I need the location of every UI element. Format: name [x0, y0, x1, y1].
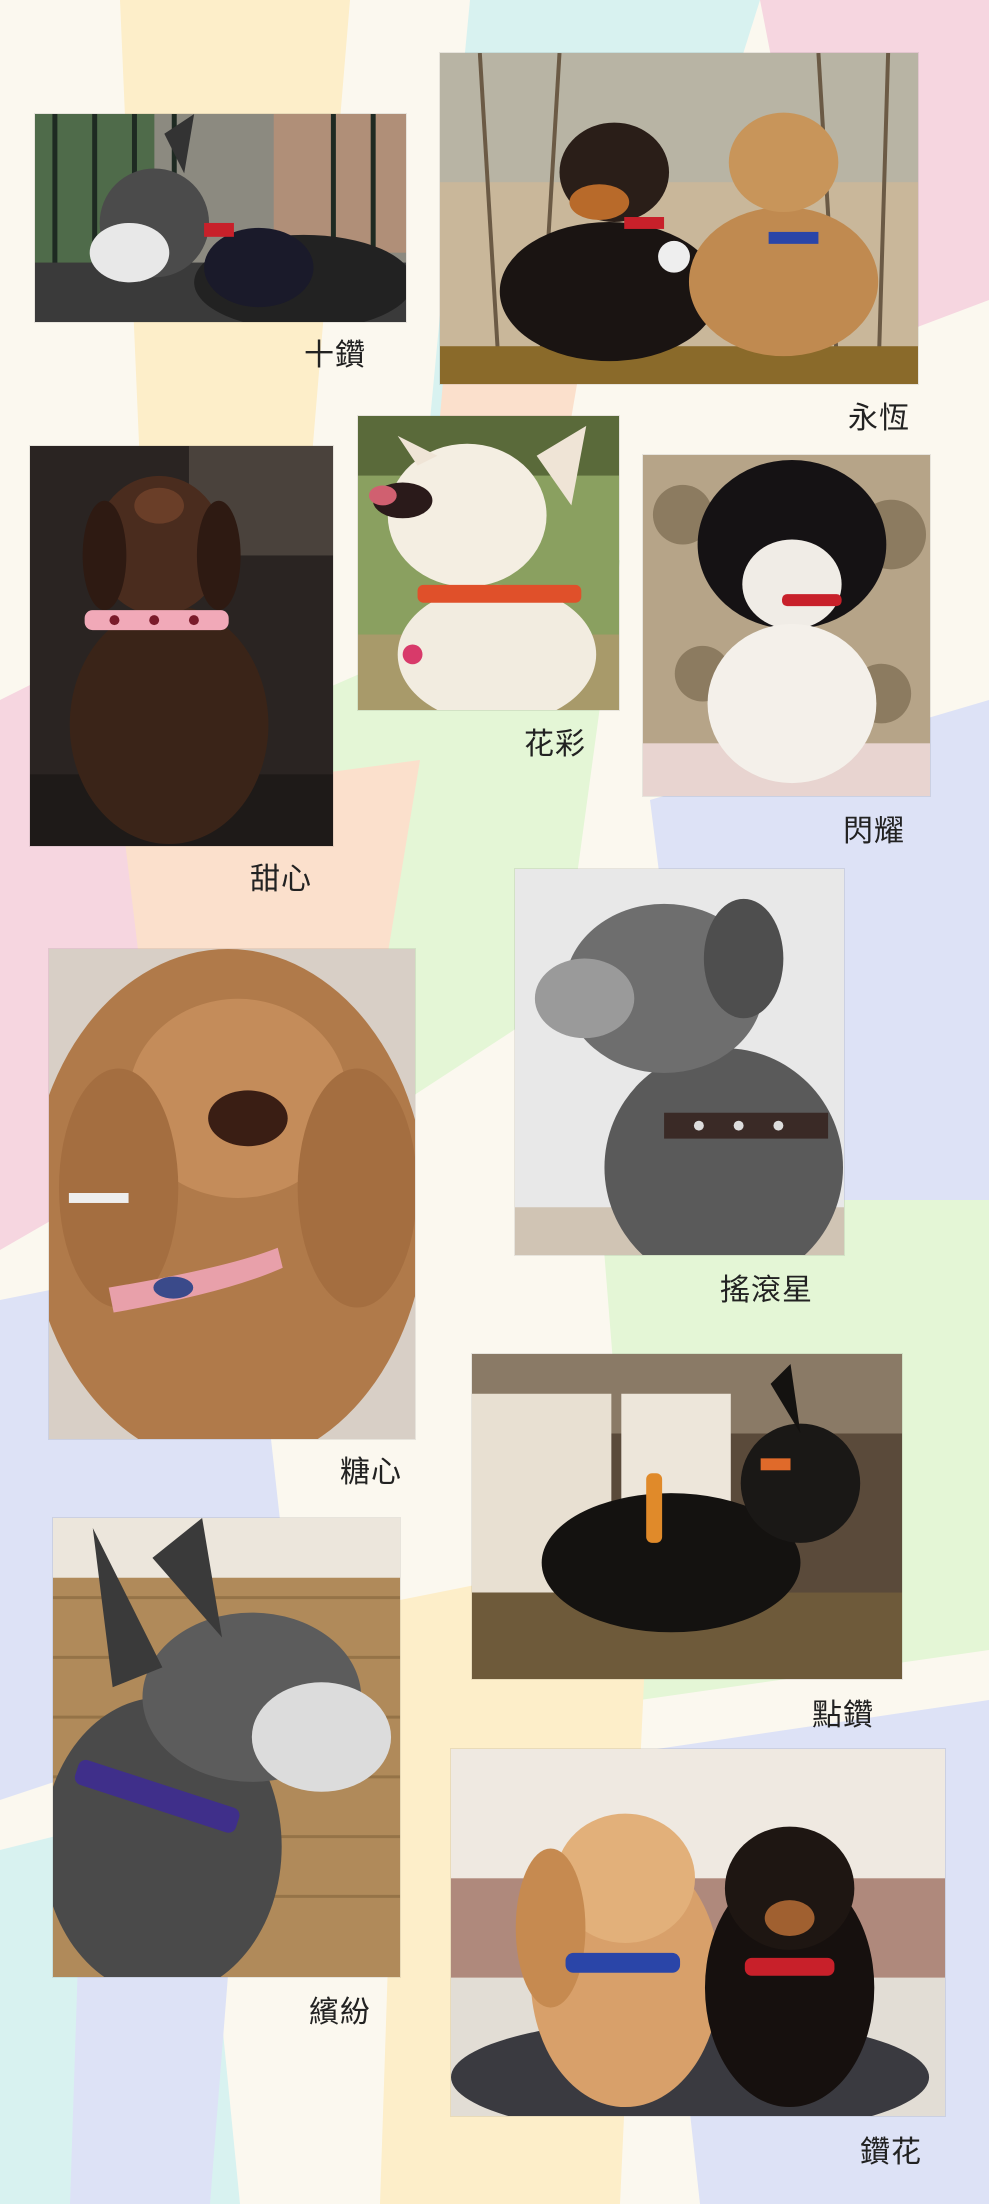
photo-dianzuan — [471, 1353, 903, 1680]
caption-huacai: 花彩 — [524, 727, 586, 762]
photo-shanyao — [642, 454, 931, 797]
photo-huacai — [357, 415, 620, 711]
photo-shizuan — [34, 113, 407, 323]
photo-zuanhua — [450, 1748, 946, 2117]
caption-zuanhua: 鑽花 — [860, 2135, 922, 2170]
photo-tianxin — [29, 445, 334, 847]
caption-shizuan: 十鑽 — [304, 338, 366, 373]
caption-yaogunxing: 搖滾星 — [720, 1273, 813, 1308]
caption-shanyao: 閃耀 — [843, 814, 905, 849]
caption-yongheng: 永恆 — [848, 401, 910, 436]
photo-tangxin — [48, 948, 416, 1440]
caption-dianzuan: 點鑽 — [812, 1698, 874, 1733]
caption-tangxin: 糖心 — [340, 1455, 402, 1490]
photo-yaogunxing — [514, 868, 845, 1256]
caption-binfen: 繽紛 — [309, 1995, 371, 2030]
photo-yongheng — [439, 52, 919, 385]
caption-tianxin: 甜心 — [250, 862, 312, 897]
photo-binfen — [52, 1517, 401, 1978]
